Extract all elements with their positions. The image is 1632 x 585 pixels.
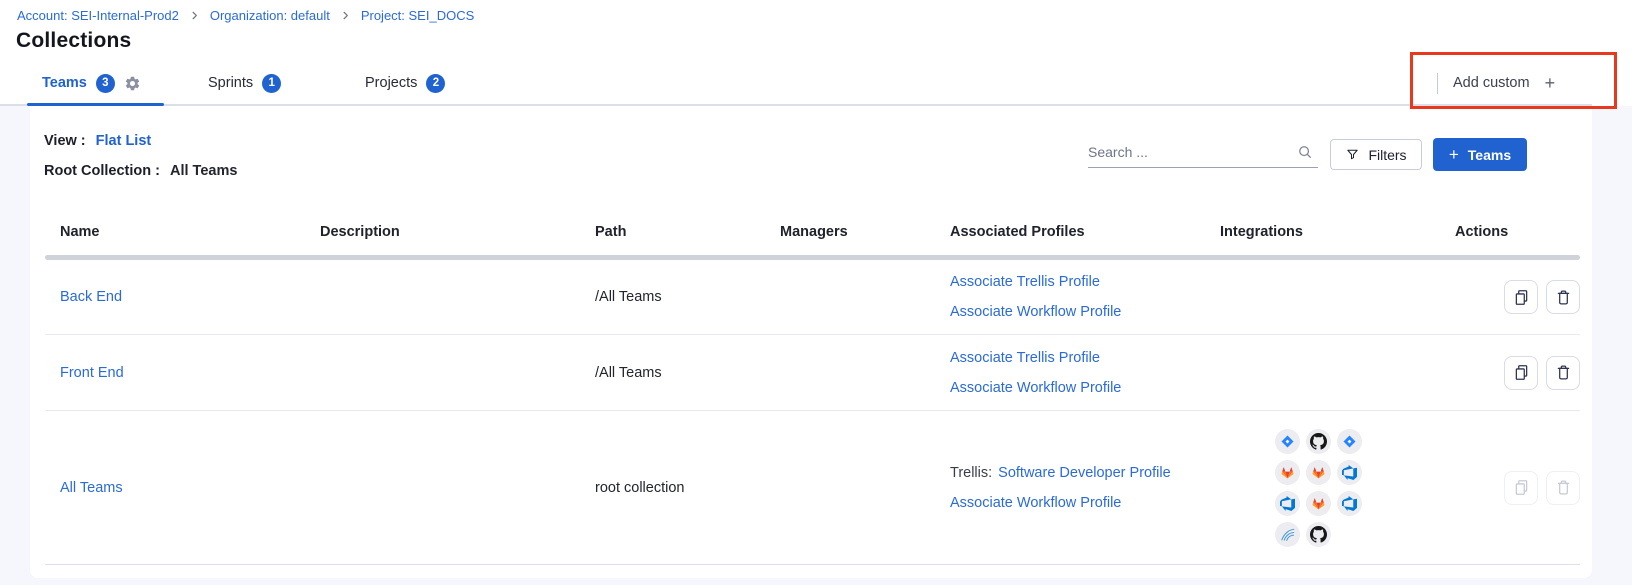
associate-workflow-profile-link[interactable]: Associate Workflow Profile	[950, 380, 1121, 396]
search-input[interactable]	[1088, 138, 1286, 166]
tab-projects-count-badge: 2	[426, 74, 445, 93]
tab-sprints-count-badge: 1	[262, 74, 281, 93]
path-cell: /All Teams	[595, 289, 780, 305]
tab-sprints-label: Sprints	[208, 75, 253, 91]
chevron-right-icon	[340, 10, 351, 21]
trash-icon	[1554, 478, 1573, 497]
associate-trellis-profile-link[interactable]: Associate Trellis Profile	[950, 274, 1100, 290]
collection-name-link[interactable]: Back End	[60, 289, 122, 305]
tab-teams-label: Teams	[42, 75, 87, 91]
tab-projects[interactable]: Projects 2	[365, 62, 445, 104]
column-header-description: Description	[320, 224, 595, 240]
breadcrumb-account-link[interactable]: Account: SEI-Internal-Prod2	[17, 8, 179, 23]
clone-button[interactable]	[1504, 356, 1538, 390]
gitlab-icon	[1275, 460, 1300, 485]
vertical-divider	[1437, 73, 1438, 94]
tab-projects-label: Projects	[365, 75, 417, 91]
view-label: View :	[44, 133, 86, 149]
page-title: Collections	[16, 29, 131, 53]
sonarqube-icon	[1275, 522, 1300, 547]
column-header-managers: Managers	[780, 224, 950, 240]
tab-bar: Teams 3 Sprints 1 Projects 2 Add custom …	[0, 62, 1592, 106]
delete-button[interactable]	[1546, 280, 1580, 314]
associate-workflow-profile-link[interactable]: Associate Workflow Profile	[950, 495, 1121, 511]
associated-profiles-cell: Associate Trellis Profile Associate Work…	[950, 267, 1220, 327]
tab-teams[interactable]: Teams 3	[42, 62, 141, 104]
column-header-path: Path	[595, 224, 780, 240]
page-header: Account: SEI-Internal-Prod2 Organization…	[0, 0, 1632, 106]
plus-icon: +	[1545, 73, 1556, 94]
table-header-row: Name Description Path Managers Associate…	[45, 208, 1580, 255]
column-header-profiles: Associated Profiles	[950, 224, 1220, 240]
software-developer-profile-link[interactable]: Software Developer Profile	[998, 465, 1170, 481]
integrations-cell	[1275, 429, 1365, 547]
view-flat-list-link[interactable]: Flat List	[96, 133, 152, 149]
funnel-icon	[1345, 147, 1360, 162]
associate-workflow-profile-link[interactable]: Associate Workflow Profile	[950, 304, 1121, 320]
add-teams-button[interactable]: + Teams	[1433, 138, 1527, 171]
root-collection-label: Root Collection :	[44, 163, 160, 179]
azure-devops-icon	[1337, 460, 1362, 485]
tab-teams-count-badge: 3	[96, 74, 115, 93]
jira-icon	[1275, 429, 1300, 454]
view-row: View : Flat List	[44, 133, 151, 149]
plus-icon: +	[1449, 145, 1459, 165]
breadcrumb-organization-link[interactable]: Organization: default	[210, 8, 330, 23]
copy-icon	[1512, 288, 1531, 307]
table-row: All Teams root collection Trellis: Softwa…	[45, 411, 1580, 565]
trellis-prefix-label: Trellis:	[950, 465, 992, 481]
gear-icon[interactable]	[124, 75, 141, 92]
root-collection-row: Root Collection : All Teams	[44, 163, 237, 179]
delete-button[interactable]	[1546, 356, 1580, 390]
actions-cell	[1435, 280, 1580, 314]
filters-button[interactable]: Filters	[1330, 139, 1422, 170]
azure-devops-icon	[1337, 491, 1362, 516]
gitlab-icon	[1306, 491, 1331, 516]
copy-icon	[1512, 363, 1531, 382]
filters-label: Filters	[1368, 147, 1406, 163]
path-cell: /All Teams	[595, 365, 780, 381]
copy-icon	[1512, 478, 1531, 497]
column-header-integrations: Integrations	[1220, 224, 1435, 240]
table-row: Front End /All Teams Associate Trellis P…	[45, 335, 1580, 411]
associated-profiles-cell: Associate Trellis Profile Associate Work…	[950, 343, 1220, 403]
github-icon	[1306, 429, 1331, 454]
actions-cell	[1435, 471, 1580, 505]
github-icon	[1306, 522, 1331, 547]
actions-cell	[1435, 356, 1580, 390]
add-custom-label: Add custom	[1453, 75, 1530, 91]
trash-icon	[1554, 363, 1573, 382]
add-teams-label: Teams	[1468, 147, 1511, 163]
root-collection-value: All Teams	[170, 163, 237, 179]
path-cell: root collection	[595, 480, 780, 496]
content-card: View : Flat List Root Collection : All T…	[30, 106, 1592, 578]
clone-button-disabled[interactable]	[1504, 471, 1538, 505]
associate-trellis-profile-link[interactable]: Associate Trellis Profile	[950, 350, 1100, 366]
chevron-right-icon	[189, 10, 200, 21]
add-custom-button[interactable]: Add custom +	[1437, 62, 1555, 104]
breadcrumb-project-link[interactable]: Project: SEI_DOCS	[361, 8, 474, 23]
gitlab-icon	[1306, 460, 1331, 485]
search-field	[1088, 138, 1318, 168]
column-header-actions: Actions	[1435, 224, 1580, 240]
collection-name-link[interactable]: All Teams	[60, 480, 123, 496]
associated-profiles-cell: Trellis: Software Developer Profile Assoc…	[950, 458, 1220, 518]
collection-name-link[interactable]: Front End	[60, 365, 124, 381]
clone-button[interactable]	[1504, 280, 1538, 314]
search-icon[interactable]	[1296, 143, 1314, 161]
delete-button-disabled[interactable]	[1546, 471, 1580, 505]
table-row: Back End /All Teams Associate Trellis Pr…	[45, 260, 1580, 335]
breadcrumb: Account: SEI-Internal-Prod2 Organization…	[17, 8, 474, 23]
azure-devops-icon	[1275, 491, 1300, 516]
collections-table: Name Description Path Managers Associate…	[45, 208, 1580, 565]
jira-icon	[1337, 429, 1362, 454]
tab-sprints[interactable]: Sprints 1	[208, 62, 281, 104]
trash-icon	[1554, 288, 1573, 307]
column-header-name: Name	[45, 224, 320, 240]
